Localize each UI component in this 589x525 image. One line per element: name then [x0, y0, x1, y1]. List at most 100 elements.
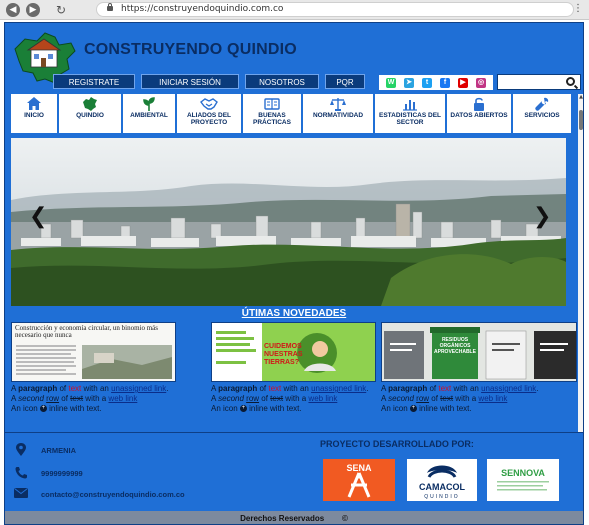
- menu-label: BUENAS PRÁCTICAS: [253, 112, 291, 126]
- menu-label: INICIO: [24, 112, 44, 119]
- footer-email-address[interactable]: contacto@construyendoquindio.com.co: [41, 490, 185, 499]
- telegram-icon[interactable]: ➤: [404, 77, 414, 88]
- web-link[interactable]: web link: [108, 394, 137, 403]
- url-text: https://construyendoquindio.com.co: [121, 4, 284, 14]
- news-section-title[interactable]: ÚTIMAS NOVEDADES: [5, 308, 583, 319]
- about-button[interactable]: NOSOTROS: [245, 74, 319, 89]
- menu-item-ambiental[interactable]: AMBIENTAL: [123, 94, 175, 133]
- web-link[interactable]: web link: [308, 394, 337, 403]
- location-pin-icon: [16, 443, 26, 456]
- site-title[interactable]: CONSTRUYENDO QUINDIO: [84, 41, 297, 59]
- news-card-image[interactable]: RESIDUOS ORGÁNICOS APROVECHABLES: [381, 322, 577, 382]
- city-landscape-image: [11, 138, 566, 306]
- menu-item-aliados[interactable]: ALIADOS DEL PROYECTO: [177, 94, 241, 133]
- menu-label: ESTADISTICAS DEL SECTOR: [379, 112, 441, 126]
- back-button[interactable]: ◀: [6, 2, 20, 17]
- register-button[interactable]: REGISTRATE: [53, 74, 135, 89]
- camacol-logo[interactable]: CAMACOL QUINDIO: [407, 459, 477, 501]
- plus-circle-icon: +: [39, 405, 47, 413]
- camacol-logo-sub: QUINDIO: [424, 494, 459, 500]
- news-card-image[interactable]: CUIDEMOS NUESTRAS TIERRAS?: [211, 322, 376, 382]
- footer: ARMENIA 9999999999 contacto@construyendo…: [5, 432, 583, 511]
- browser-toolbar: ◀ ▶ ↻ https://construyendoquindio.com.co…: [0, 0, 589, 20]
- carousel-next-button[interactable]: ❯: [533, 204, 551, 229]
- news-card[interactable]: Construcción y economía circular, un bin…: [11, 322, 176, 427]
- search-icon[interactable]: [566, 77, 575, 86]
- unassigned-link[interactable]: unassigned link: [311, 384, 366, 393]
- sena-logo[interactable]: SENA: [323, 459, 395, 501]
- chart-icon: [403, 99, 417, 111]
- social-links: W ➤ t f ▶ ◎: [379, 75, 493, 90]
- menu-item-inicio[interactable]: INICIO: [11, 94, 57, 133]
- news-card-headline: Construcción y economía circular, un bin…: [15, 325, 158, 339]
- footer-phone: 9999999999: [13, 466, 83, 481]
- recycling-bins-image: RESIDUOS ORGÁNICOS APROVECHABLES: [382, 323, 576, 381]
- login-button[interactable]: INICIAR SESIÓN: [141, 74, 239, 89]
- news-card-text: A paragraph of text with an unassigned l…: [381, 382, 577, 414]
- whatsapp-icon[interactable]: W: [386, 77, 396, 88]
- news-card[interactable]: RESIDUOS ORGÁNICOS APROVECHABLES A parag…: [381, 322, 577, 427]
- carousel-prev-button[interactable]: ❮: [29, 204, 47, 229]
- page-scrollbar[interactable]: ▲: [578, 94, 583, 452]
- instagram-icon[interactable]: ◎: [476, 77, 486, 88]
- sena-logo-text: SENA: [346, 463, 372, 473]
- phone-icon: [15, 467, 27, 479]
- copyright-text: Derechos Reservados: [240, 514, 325, 523]
- footer-email: contacto@construyendoquindio.com.co: [13, 488, 185, 500]
- menu-item-servicios[interactable]: SERVICIOS: [513, 94, 571, 133]
- copyright-icon: ©: [341, 514, 348, 523]
- forward-button[interactable]: ▶: [26, 2, 40, 17]
- camacol-logo-text: CAMACOL: [419, 482, 465, 492]
- news-cards: Construcción y economía circular, un bin…: [11, 322, 577, 427]
- menu-item-datos-abiertos[interactable]: DATOS ABIERTOS: [447, 94, 511, 133]
- plus-circle-icon: +: [239, 405, 247, 413]
- hero-carousel: ❮ ❯: [11, 138, 566, 306]
- envelope-icon: [14, 488, 28, 498]
- web-link[interactable]: web link: [478, 394, 507, 403]
- menu-item-normatividad[interactable]: NORMATIVIDAD: [303, 94, 373, 133]
- menu-label: ALIADOS DEL PROYECTO: [186, 112, 232, 126]
- home-icon: [27, 97, 41, 110]
- menu-label: SERVICIOS: [524, 112, 560, 119]
- unassigned-link[interactable]: unassigned link: [111, 384, 166, 393]
- news-card[interactable]: CUIDEMOS NUESTRAS TIERRAS? A paragraph o…: [211, 322, 376, 427]
- browser-menu-button[interactable]: ⋮: [573, 3, 583, 14]
- address-bar[interactable]: https://construyendoquindio.com.co: [96, 2, 574, 17]
- footer-city: ARMENIA: [41, 446, 76, 455]
- scrollbar-thumb[interactable]: [579, 110, 583, 130]
- menu-label: QUINDIO: [76, 112, 104, 119]
- lock-icon: [474, 97, 484, 111]
- reload-button[interactable]: ↻: [54, 3, 68, 17]
- search-input[interactable]: [497, 74, 581, 90]
- map-icon: [83, 96, 97, 111]
- unassigned-link[interactable]: unassigned link: [481, 384, 536, 393]
- menu-item-buenas-practicas[interactable]: BUENAS PRÁCTICAS: [243, 94, 301, 133]
- footer-phone-number[interactable]: 9999999999: [41, 469, 83, 478]
- plant-icon: [143, 96, 155, 111]
- main-menu: INICIO QUINDIO AMBIENTAL ALIADOS DEL PRO…: [11, 94, 577, 133]
- sennova-logo[interactable]: SENNOVA: [487, 459, 559, 501]
- menu-item-quindio[interactable]: QUINDIO: [59, 94, 121, 133]
- twitter-icon[interactable]: t: [422, 77, 432, 88]
- menu-label: NORMATIVIDAD: [312, 112, 364, 119]
- copyright-bar: Derechos Reservados ©: [5, 511, 583, 524]
- news-card-text: A paragraph of text with an unassigned l…: [11, 382, 176, 414]
- menu-item-estadisticas[interactable]: ESTADISTICAS DEL SECTOR: [375, 94, 445, 133]
- news-card-headline: CUIDEMOS NUESTRAS TIERRAS?: [264, 343, 303, 366]
- website: CONSTRUYENDO QUINDIO REGISTRATE INICIAR …: [4, 22, 584, 525]
- youtube-icon[interactable]: ▶: [458, 77, 468, 88]
- news-card-image[interactable]: Construcción y economía circular, un bin…: [11, 322, 176, 382]
- news-card-text: A paragraph of text with an unassigned l…: [211, 382, 376, 414]
- pqr-button[interactable]: PQR: [325, 74, 365, 89]
- sennova-logo-text: SENNOVA: [501, 468, 545, 478]
- wrench-icon: [535, 97, 549, 111]
- partners-title: PROYECTO DESARROLLADO POR:: [320, 439, 474, 449]
- news-card-headline: RESIDUOS ORGÁNICOS APROVECHABLES: [434, 337, 476, 355]
- lock-icon: [107, 3, 113, 11]
- newspaper-image: Construcción y economía circular, un bin…: [12, 323, 175, 381]
- footer-location: ARMENIA: [13, 443, 76, 458]
- handshake-icon: [200, 97, 218, 110]
- top-nav: REGISTRATE INICIAR SESIÓN NOSOTROS PQR: [53, 74, 365, 89]
- facebook-icon[interactable]: f: [440, 77, 450, 88]
- scale-icon: [330, 97, 346, 111]
